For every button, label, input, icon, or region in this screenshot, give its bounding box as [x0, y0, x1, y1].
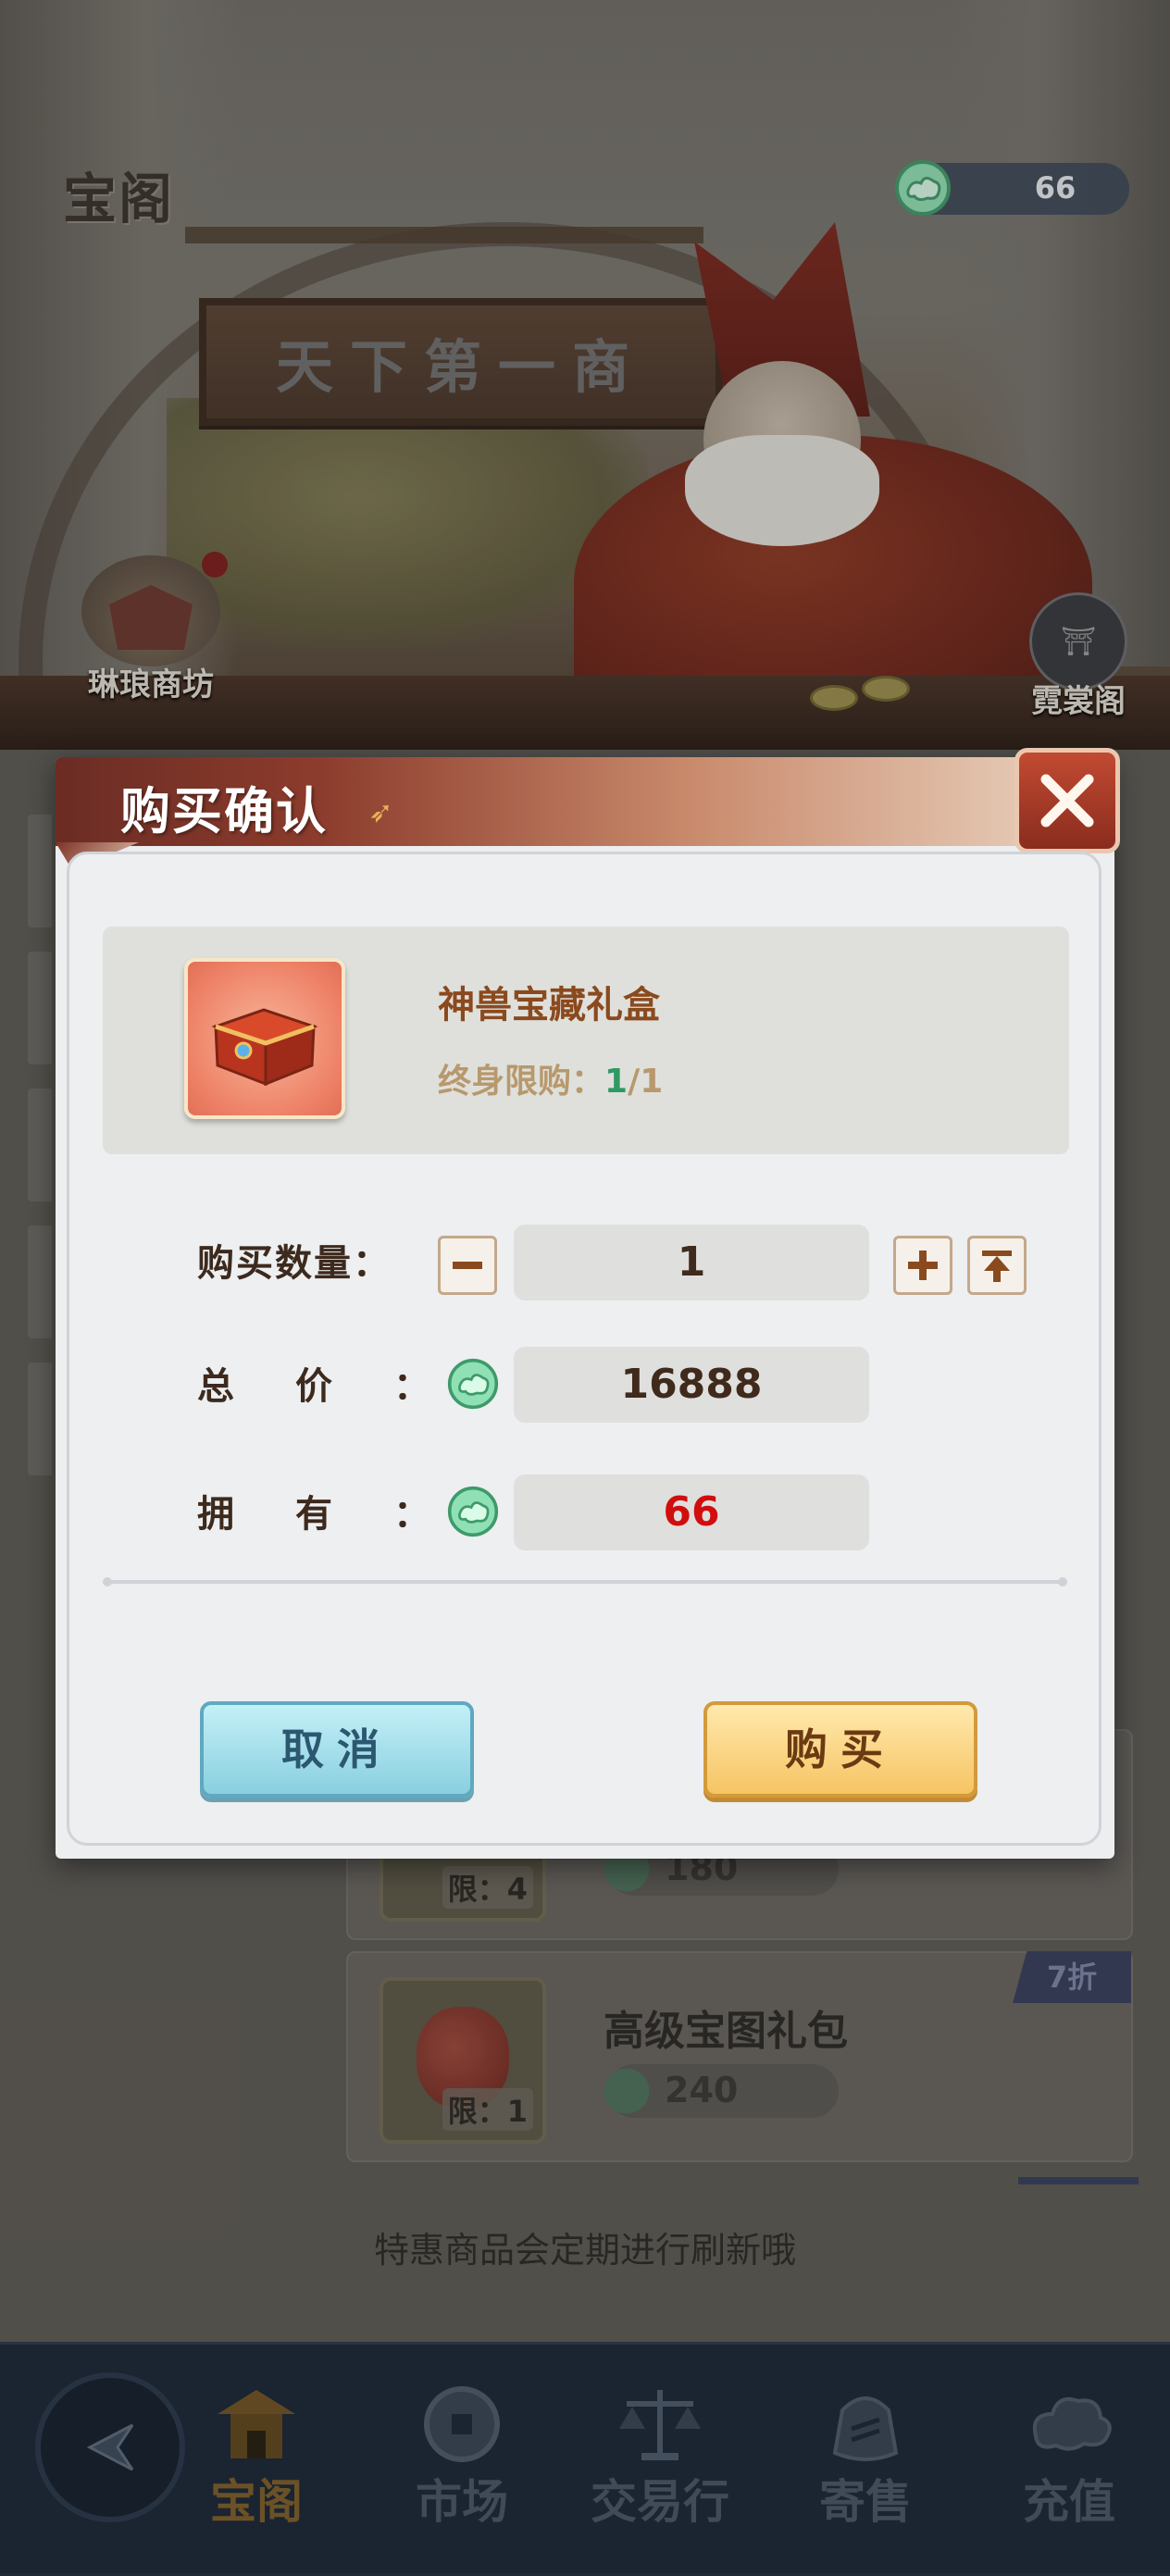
close-icon	[1040, 774, 1094, 828]
jade-cloud-coin-icon	[447, 1486, 499, 1541]
item-name: 神兽宝藏礼盒	[438, 984, 660, 1027]
divider	[103, 1577, 1067, 1587]
total-price-value: 16888	[514, 1347, 869, 1423]
limit-current: 1	[604, 1063, 629, 1101]
swoosh-decoration-icon: ➶	[368, 794, 393, 829]
limit-total: /1	[628, 1063, 664, 1101]
buy-button[interactable]: 购买	[703, 1701, 977, 1798]
decrease-button[interactable]	[438, 1236, 497, 1295]
plus-icon	[908, 1251, 938, 1280]
quantity-field[interactable]: 1	[514, 1225, 869, 1300]
purchase-confirm-dialog: 购买确认 ➶ 神兽宝藏礼盒 终身限购：1/1 购买数量： 1 总价： 16888…	[56, 748, 1120, 1859]
increase-button[interactable]	[893, 1236, 952, 1295]
lifetime-limit: 终身限购：1/1	[438, 1054, 663, 1102]
max-quantity-button[interactable]	[967, 1236, 1027, 1295]
close-button[interactable]	[1014, 748, 1120, 853]
item-info-panel: 神兽宝藏礼盒 终身限购：1/1	[103, 927, 1069, 1154]
item-icon	[184, 958, 345, 1119]
quantity-label: 购买数量：	[197, 1242, 392, 1285]
max-icon	[982, 1251, 1012, 1282]
treasure-chest-icon	[211, 1008, 318, 1087]
dialog-title: 购买确认	[120, 782, 328, 840]
dialog-header: 购买确认 ➶	[56, 757, 1114, 846]
jade-cloud-coin-icon	[447, 1358, 499, 1413]
dialog-body: 神兽宝藏礼盒 终身限购：1/1 购买数量： 1 总价： 16888 拥有： 66	[67, 852, 1102, 1846]
minus-icon	[453, 1262, 482, 1269]
owned-value: 66	[514, 1475, 869, 1550]
cancel-button[interactable]: 取消	[200, 1701, 474, 1798]
limit-label: 终身限购：	[438, 1063, 605, 1101]
